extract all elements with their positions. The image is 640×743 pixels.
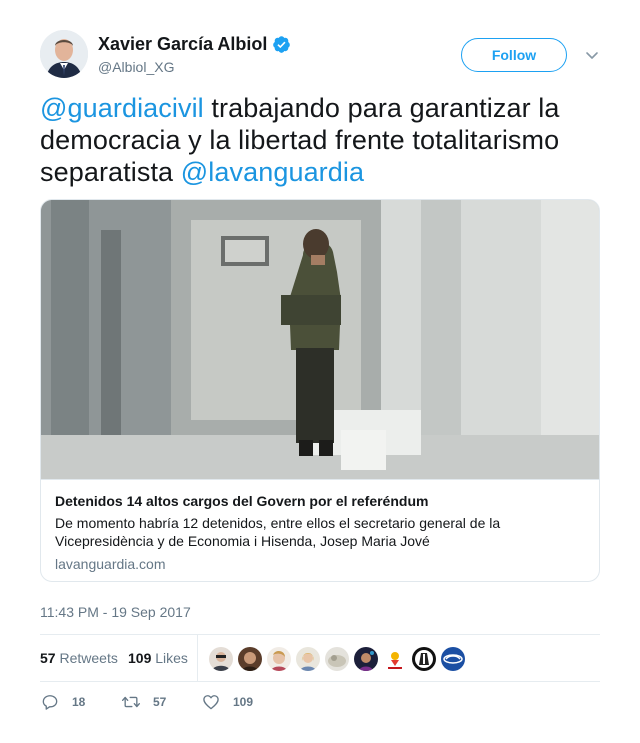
likers-avatars bbox=[209, 647, 470, 671]
author-name[interactable]: Xavier García Albiol bbox=[98, 34, 267, 55]
link-card[interactable]: Detenidos 14 altos cargos del Govern por… bbox=[40, 199, 600, 582]
tweet-header: Xavier García Albiol @Albiol_XG Follow bbox=[40, 30, 600, 82]
liker-avatar[interactable] bbox=[383, 647, 407, 671]
stats-divider bbox=[197, 635, 198, 682]
author-handle[interactable]: @Albiol_XG bbox=[98, 59, 174, 75]
liker-avatar[interactable] bbox=[441, 647, 465, 671]
author-name-row[interactable]: Xavier García Albiol bbox=[98, 34, 291, 55]
mention-guardiacivil[interactable]: @guardiacivil bbox=[40, 93, 204, 123]
retweets-label: Retweets bbox=[59, 650, 118, 666]
tweet-stats: 57 Retweets 109 Likes bbox=[40, 634, 600, 682]
liker-avatar[interactable] bbox=[412, 647, 436, 671]
reply-icon[interactable] bbox=[40, 692, 60, 712]
card-image[interactable] bbox=[41, 200, 599, 479]
chevron-down-icon[interactable] bbox=[585, 48, 599, 62]
retweets-stat[interactable]: 57 Retweets bbox=[40, 650, 118, 666]
likes-count: 109 bbox=[128, 650, 152, 666]
tweet-text: @guardiacivil trabajando para garantizar… bbox=[40, 92, 600, 188]
retweet-icon[interactable] bbox=[121, 692, 141, 712]
card-body[interactable]: Detenidos 14 altos cargos del Govern por… bbox=[41, 479, 599, 581]
liker-avatar[interactable] bbox=[267, 647, 291, 671]
liker-avatar[interactable] bbox=[296, 647, 320, 671]
mention-lavanguardia[interactable]: @lavanguardia bbox=[181, 157, 364, 187]
reply-action[interactable]: 18 bbox=[40, 692, 85, 712]
follow-button[interactable]: Follow bbox=[461, 38, 567, 72]
liker-avatar[interactable] bbox=[238, 647, 262, 671]
retweet-count: 57 bbox=[153, 695, 167, 709]
card-title[interactable]: Detenidos 14 altos cargos del Govern por… bbox=[55, 493, 428, 509]
likes-stat[interactable]: 109 Likes bbox=[128, 650, 188, 666]
card-domain[interactable]: lavanguardia.com bbox=[55, 556, 166, 572]
author-avatar[interactable] bbox=[40, 30, 88, 78]
tweet-timestamp[interactable]: 11:43 PM - 19 Sep 2017 bbox=[40, 604, 191, 620]
liker-avatar[interactable] bbox=[354, 647, 378, 671]
tweet-actions: 18 57 109 bbox=[40, 692, 600, 714]
like-action[interactable]: 109 bbox=[201, 692, 253, 712]
heart-icon[interactable] bbox=[201, 692, 221, 712]
retweets-count: 57 bbox=[40, 650, 56, 666]
like-count: 109 bbox=[233, 695, 254, 709]
likes-label: Likes bbox=[155, 650, 188, 666]
verified-badge-icon bbox=[273, 36, 291, 53]
card-description: De momento habría 12 detenidos, entre el… bbox=[55, 515, 501, 549]
retweet-action[interactable]: 57 bbox=[121, 692, 166, 712]
liker-avatar[interactable] bbox=[325, 647, 349, 671]
reply-count: 18 bbox=[72, 695, 86, 709]
liker-avatar[interactable] bbox=[209, 647, 233, 671]
